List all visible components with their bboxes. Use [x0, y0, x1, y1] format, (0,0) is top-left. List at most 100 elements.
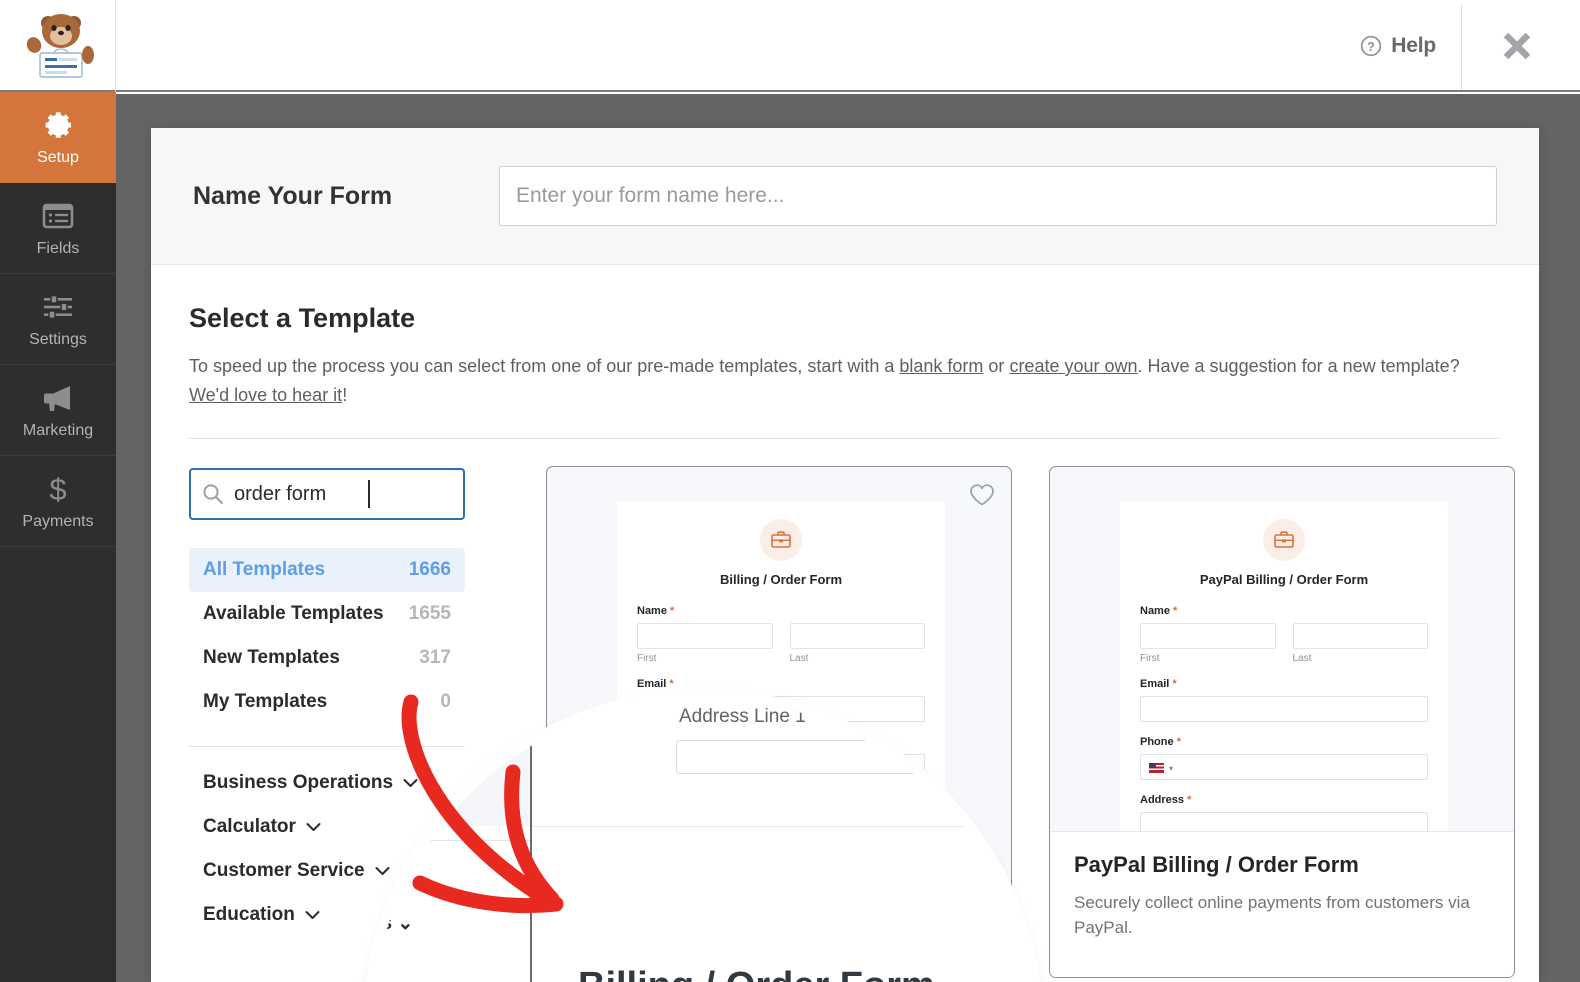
app-logo [0, 0, 116, 92]
desc-text-2: . Have a suggestion for a new template? [1137, 356, 1460, 376]
field-label-email: Email * [1140, 678, 1177, 690]
sidebar-item-settings[interactable]: Settings [0, 274, 116, 365]
text-caret [368, 480, 370, 508]
help-label: Help [1391, 34, 1436, 57]
link-blank-form[interactable]: blank form [899, 356, 983, 376]
field-input-first[interactable] [1140, 623, 1276, 649]
chevron-down-icon: ▾ [1169, 763, 1174, 773]
link-create-your-own[interactable]: create your own [1009, 356, 1137, 376]
sliders-icon [42, 290, 74, 324]
form-name-label: Name Your Form [193, 181, 393, 210]
desc-or: or [983, 356, 1010, 376]
sidebar-item-fields[interactable]: Fields [0, 183, 116, 274]
magnified-address-label: Address Line 1 [679, 706, 806, 727]
field-input-first[interactable] [637, 623, 773, 649]
heart-icon[interactable] [969, 483, 995, 512]
card-title: PayPal Billing / Order Form [1074, 852, 1359, 877]
briefcase-icon [1263, 519, 1305, 561]
category-count: 1655 [408, 603, 451, 624]
magnified-my-templates-count: 0 [431, 698, 442, 709]
svg-text:?: ? [1367, 40, 1375, 54]
bear-logo-icon [26, 14, 94, 78]
field-input-phone[interactable]: ▾ [1140, 754, 1428, 780]
category-all-templates[interactable]: All Templates 1666 [189, 548, 465, 592]
category-label: Available Templates [203, 603, 384, 624]
magnified-card-title: Billing / Order Form [578, 965, 935, 982]
card-preview-title: Billing / Order Form [719, 572, 843, 587]
select-template-description: To speed up the process you can select f… [189, 352, 1499, 410]
sidebar-label-fields: Fields [36, 239, 80, 257]
magnifier-overlay: 0 ions ⌄ e ⌄ Address Line 1 Billing / Or… [371, 698, 1035, 982]
sidebar-label-setup: Setup [37, 148, 79, 166]
briefcase-icon [760, 519, 802, 561]
field-input-email[interactable] [1140, 696, 1428, 722]
sidebar-label-settings: Settings [29, 330, 87, 348]
sidebar-item-marketing[interactable]: Marketing [0, 365, 116, 456]
field-label-name: Name * [637, 605, 675, 617]
field-input-last[interactable] [1292, 623, 1428, 649]
preview-field-phone: Phone * ▾ [1140, 736, 1428, 780]
category-label: All Templates [203, 559, 326, 580]
left-sidebar: Setup Fields Settings Marketing $ Paymen… [0, 92, 116, 982]
magnified-group-label-1: ions ⌄ [371, 913, 414, 934]
category-available-templates[interactable]: Available Templates 1655 [189, 592, 465, 636]
search-input[interactable] [189, 468, 465, 520]
megaphone-icon [41, 381, 75, 415]
magnified-sidebar-bg [371, 826, 530, 982]
field-label-phone: Phone * [1140, 736, 1181, 748]
field-sublabel-first: First [1140, 653, 1160, 664]
desc-end: ! [342, 385, 348, 405]
sidebar-label-marketing: Marketing [22, 421, 94, 439]
field-input-last[interactable] [789, 623, 925, 649]
sidebar-label-payments: Payments [22, 512, 94, 530]
field-sublabel-last: Last [789, 653, 809, 664]
list-icon [42, 199, 74, 233]
magnifier-content: 0 ions ⌄ e ⌄ Address Line 1 Billing / Or… [371, 698, 1035, 982]
card-description: Securely collect online payments from cu… [1074, 893, 1470, 937]
field-label-email: Email * [637, 678, 674, 690]
close-icon [1503, 32, 1531, 60]
question-circle-icon: ? [1361, 35, 1382, 57]
field-label-address: Address * [1140, 794, 1192, 806]
desc-text-1: To speed up the process you can select f… [189, 356, 900, 376]
close-button[interactable] [1480, 0, 1554, 92]
top-bar: ? Help [0, 0, 1580, 92]
form-name-row: Name Your Form [151, 128, 1539, 265]
magnified-divider [371, 840, 531, 841]
category-label: New Templates [203, 647, 340, 668]
category-count: 1666 [408, 559, 451, 580]
sidebar-item-setup[interactable]: Setup [0, 92, 116, 183]
magnified-address-input [676, 740, 948, 774]
card-preview-title: PayPal Billing / Order Form [1199, 572, 1369, 587]
group-label: Business Operations [203, 772, 394, 793]
preview-field-name: Name * First Last [1140, 605, 1428, 664]
search-wrapper [189, 468, 465, 520]
group-label: Customer Service [203, 860, 365, 881]
group-label: Education [203, 904, 295, 925]
us-flag-icon [1149, 763, 1164, 773]
header-divider [1461, 4, 1462, 90]
help-button[interactable]: ? Help [1338, 0, 1458, 92]
chevron-down-icon [305, 911, 320, 919]
category-count: 317 [419, 647, 451, 668]
magnified-footer-line [532, 826, 1035, 827]
category-label: My Templates [203, 691, 328, 712]
category-new-templates[interactable]: New Templates 317 [189, 636, 465, 680]
dollar-icon: $ [45, 472, 71, 506]
magnified-card-edge [530, 698, 532, 982]
template-card-paypal-billing-order-form[interactable]: PayPal Billing / Order Form Name * First [1049, 466, 1515, 978]
link-suggestion[interactable]: We'd love to hear it [189, 385, 342, 405]
select-template-heading: Select a Template [189, 303, 416, 333]
chevron-down-icon [306, 823, 321, 831]
group-label: Calculator [203, 816, 296, 837]
form-name-input[interactable] [499, 166, 1497, 226]
card-footer: PayPal Billing / Order Form Securely col… [1050, 831, 1514, 977]
field-label-name: Name * [1140, 605, 1178, 617]
field-sublabel-first: First [637, 653, 657, 664]
svg-text:$: $ [49, 472, 66, 506]
sidebar-item-payments[interactable]: $ Payments [0, 456, 116, 547]
magnified-card-bg [371, 698, 530, 826]
preview-field-name: Name * First Last [637, 605, 925, 664]
field-sublabel-last: Last [1292, 653, 1312, 664]
preview-field-email: Email * [1140, 678, 1428, 722]
